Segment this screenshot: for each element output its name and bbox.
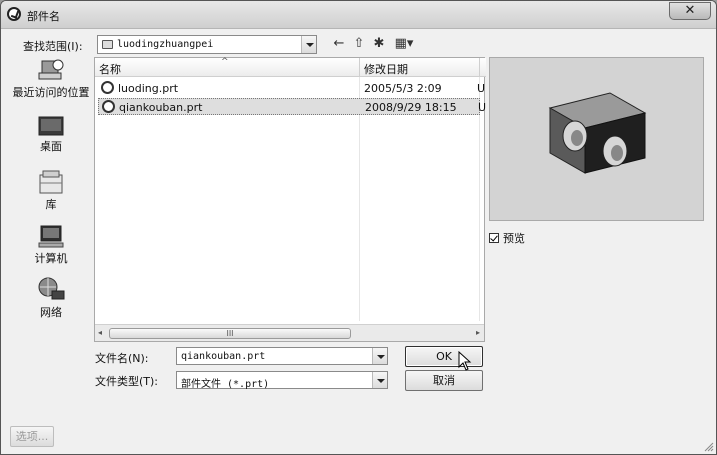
place-libraries-label: 库 (45, 198, 57, 211)
close-button[interactable]: ✕ (669, 2, 711, 20)
libraries-icon (39, 170, 63, 194)
file-date: 2008/9/29 18:15 (365, 101, 457, 114)
open-part-dialog: 部件名 ✕ 查找范围(I): luodingzhuangpei ← ⇧ ✱ ▦▾… (0, 0, 717, 455)
cancel-button[interactable]: 取消 (405, 370, 483, 391)
file-name: qiankouban.prt (119, 101, 203, 114)
filetype-select[interactable]: 部件文件 (*.prt) (176, 371, 388, 390)
folder-icon (102, 40, 113, 49)
sort-indicator-icon: ^ (221, 57, 229, 67)
file-type: U (477, 82, 486, 95)
places-bar: 最近访问的位置 桌面 库 计算机 网络 (11, 57, 91, 347)
place-desktop[interactable]: 桌面 (11, 115, 91, 153)
filetype-label: 文件类型(T): (95, 375, 159, 388)
scroll-right-icon[interactable]: ▸ (476, 328, 480, 337)
mouse-pointer-icon (458, 351, 472, 371)
table-row-selected[interactable]: qiankouban.prt 2008/9/29 18:15 U (98, 98, 486, 115)
horizontal-scrollbar[interactable]: ◂ III ▸ (95, 324, 484, 341)
title-bar[interactable]: 部件名 ✕ (1, 1, 716, 29)
lookin-combo[interactable]: luodingzhuangpei (97, 35, 317, 54)
options-button[interactable]: 选项... (10, 426, 54, 447)
column-header-type[interactable] (480, 58, 486, 77)
place-recent-label: 最近访问的位置 (12, 86, 90, 99)
resize-grip-icon[interactable] (703, 441, 714, 452)
file-date: 2005/5/3 2:09 (364, 82, 442, 95)
recent-places-icon (38, 59, 64, 80)
place-libraries[interactable]: 库 (11, 169, 91, 211)
file-name: luoding.prt (118, 82, 179, 95)
filetype-value: 部件文件 (*.prt) (181, 379, 270, 390)
chevron-down-icon[interactable] (372, 348, 387, 364)
scroll-thumb[interactable]: III (109, 328, 351, 339)
column-header-name[interactable]: 名称 ^ (95, 57, 360, 77)
network-icon (38, 277, 65, 300)
preview-checkbox[interactable]: 预览 (489, 230, 525, 246)
back-arrow-icon[interactable]: ← (331, 36, 347, 52)
filename-input[interactable]: qiankouban.prt (176, 347, 388, 365)
views-menu-icon[interactable]: ▦▾ (391, 36, 417, 52)
app-logo-icon (7, 7, 21, 21)
table-row[interactable]: luoding.prt 2005/5/3 2:09 U (98, 80, 485, 97)
lookin-value: luodingzhuangpei (117, 39, 214, 50)
checkbox-checked-icon[interactable] (489, 233, 499, 243)
window-title: 部件名 (27, 10, 60, 23)
new-folder-icon[interactable]: ✱ (371, 36, 387, 52)
part-preview-image (548, 92, 647, 174)
column-header-date[interactable]: 修改日期 (360, 58, 480, 77)
file-list[interactable]: 名称 ^ 修改日期 luoding.prt 2005/5/3 2:09 U qi… (94, 57, 486, 342)
chevron-down-icon[interactable] (372, 372, 387, 388)
preview-pane (489, 57, 704, 221)
part-file-icon (101, 81, 114, 94)
filename-value[interactable]: qiankouban.prt (181, 351, 265, 362)
computer-icon (38, 225, 64, 248)
preview-label: 预览 (503, 232, 525, 245)
place-computer-label: 计算机 (34, 252, 68, 265)
place-computer[interactable]: 计算机 (11, 223, 91, 265)
place-desktop-label: 桌面 (40, 140, 62, 153)
place-network-label: 网络 (40, 306, 62, 319)
place-network[interactable]: 网络 (11, 275, 91, 319)
scroll-left-icon[interactable]: ◂ (98, 328, 102, 337)
file-type: U (478, 101, 487, 114)
lookin-label: 查找范围(I): (23, 40, 83, 53)
filename-label: 文件名(N): (95, 352, 149, 365)
chevron-down-icon[interactable] (301, 36, 316, 53)
part-file-icon (102, 100, 115, 113)
desktop-icon (38, 116, 64, 136)
place-recent[interactable]: 最近访问的位置 (11, 57, 91, 99)
up-folder-icon[interactable]: ⇧ (351, 36, 367, 52)
